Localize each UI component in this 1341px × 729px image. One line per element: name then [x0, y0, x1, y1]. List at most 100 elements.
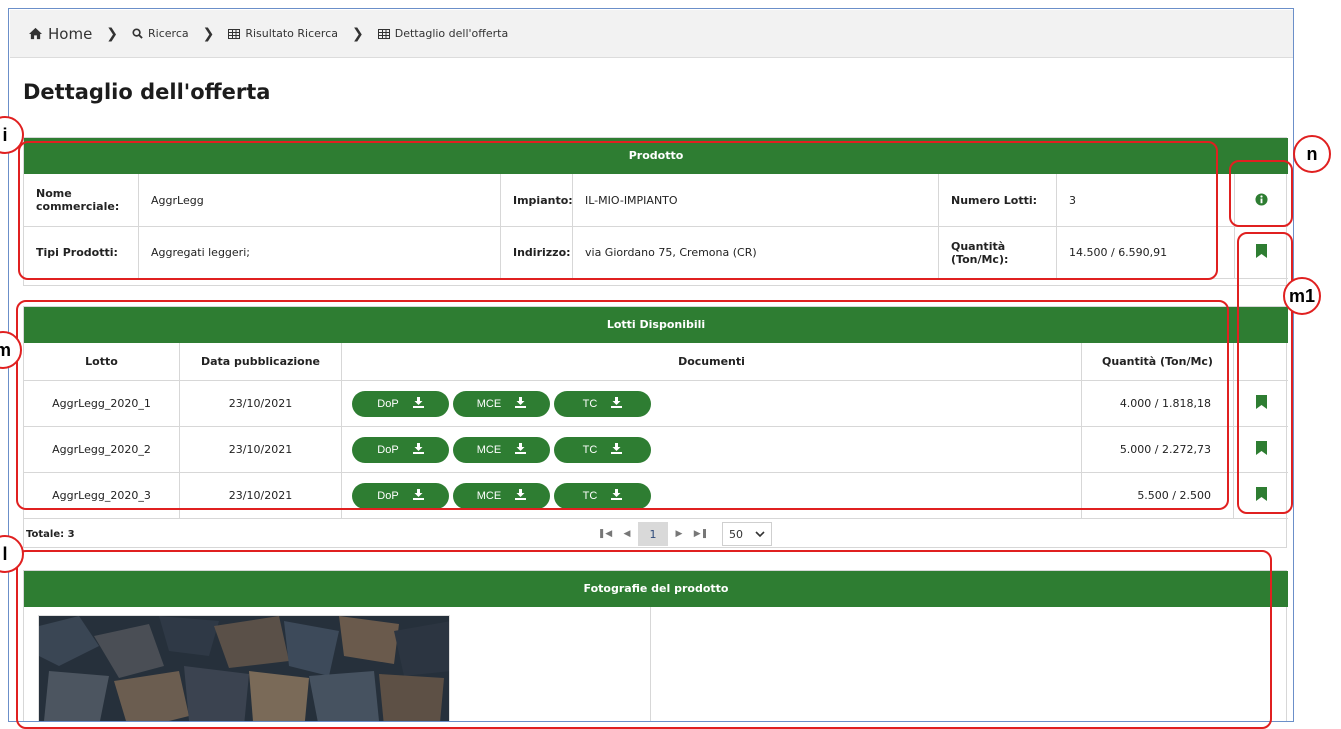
col-lotto: Lotto: [24, 343, 180, 380]
last-page-icon[interactable]: ▶❚: [690, 522, 712, 546]
pagination: ❚◀ ◀ 1 ▶ ▶❚ 50: [594, 522, 772, 546]
breadcrumb: Home ❯ Ricerca ❯ Risultato Ricerca ❯ Det…: [10, 10, 1293, 58]
dop-label: DoP: [377, 489, 399, 502]
nome-commerciale-value: AggrLegg: [139, 174, 501, 226]
bookmark-lotto-button[interactable]: [1234, 473, 1288, 518]
prodotto-header: Prodotto: [24, 138, 1288, 174]
page-number-current[interactable]: 1: [638, 522, 668, 546]
prodotto-row-2: Tipi Prodotti: Aggregati leggeri; Indiri…: [24, 227, 1234, 279]
lotto-cell: AggrLegg_2020_2: [24, 427, 180, 472]
info-button[interactable]: [1234, 174, 1288, 227]
download-icon: [611, 488, 623, 503]
table-row: AggrLegg_2020_3 23/10/2021 DoP MCE TC 5.…: [24, 473, 1288, 519]
page-size-select[interactable]: 50: [722, 522, 772, 546]
quantita-cell: 5.500 / 2.500: [1082, 473, 1234, 518]
search-icon: [132, 28, 143, 39]
col-documenti: Documenti: [342, 343, 1082, 380]
bookmark-icon: [1255, 441, 1267, 458]
lotto-cell: AggrLegg_2020_3: [24, 473, 180, 518]
download-dop-button[interactable]: DoP: [352, 390, 449, 417]
chevron-right-icon: ❯: [352, 25, 364, 42]
dop-label: DoP: [377, 443, 399, 456]
dop-label: DoP: [377, 397, 399, 410]
data-cell: 23/10/2021: [180, 381, 342, 426]
documenti-cell: DoP MCE TC: [342, 381, 1082, 426]
download-icon: [412, 488, 424, 503]
quantita-cell: 5.000 / 2.272,73: [1082, 427, 1234, 472]
lotto-cell: AggrLegg_2020_1: [24, 381, 180, 426]
download-dop-button[interactable]: DoP: [352, 436, 449, 463]
product-photo[interactable]: [38, 615, 450, 721]
home-icon: [28, 27, 43, 40]
breadcrumb-ricerca[interactable]: Ricerca: [132, 27, 189, 40]
data-cell: 23/10/2021: [180, 473, 342, 518]
next-page-icon[interactable]: ▶: [668, 522, 690, 546]
table-row: AggrLegg_2020_1 23/10/2021 DoP MCE TC 4.…: [24, 381, 1288, 427]
numero-lotti-value: 3: [1069, 193, 1076, 207]
download-tc-button[interactable]: TC: [554, 482, 651, 509]
documenti-cell: DoP MCE TC: [342, 473, 1082, 518]
download-icon: [412, 396, 424, 411]
chevron-down-icon: [755, 528, 765, 541]
quantita-value: 14.500 / 6.590,91: [1069, 246, 1168, 259]
breadcrumb-home-label: Home: [48, 24, 93, 43]
annotation-label-n: n: [1293, 135, 1331, 173]
indirizzo-label: Indirizzo:: [501, 227, 573, 278]
table-icon: [228, 28, 241, 39]
tc-label: TC: [582, 443, 598, 456]
lotti-header: Lotti Disponibili: [24, 307, 1288, 343]
tc-label: TC: [582, 489, 598, 502]
mce-label: MCE: [476, 443, 502, 456]
download-mce-button[interactable]: MCE: [453, 482, 550, 509]
mce-label: MCE: [476, 489, 502, 502]
prev-page-icon[interactable]: ◀: [616, 522, 638, 546]
prodotto-row-1: Nome commerciale: AggrLegg Impianto: IL-…: [24, 174, 1234, 227]
download-icon: [515, 396, 527, 411]
tc-label: TC: [582, 397, 598, 410]
prodotto-table: Prodotto Nome commerciale: AggrLegg Impi…: [23, 137, 1288, 286]
tipi-prodotti-value: Aggregati leggeri;: [139, 227, 501, 278]
breadcrumb-risultato[interactable]: Risultato Ricerca: [228, 27, 338, 40]
app-frame: Home ❯ Ricerca ❯ Risultato Ricerca ❯ Det…: [8, 8, 1294, 722]
quantita-cell: 4.000 / 1.818,18: [1082, 381, 1234, 426]
table-row: AggrLegg_2020_2 23/10/2021 DoP MCE TC 5.…: [24, 427, 1288, 473]
page-size-value: 50: [729, 527, 743, 541]
impianto-value: IL-MIO-IMPIANTO: [573, 174, 939, 226]
download-mce-button[interactable]: MCE: [453, 390, 550, 417]
download-icon: [611, 396, 623, 411]
bookmark-lotto-button[interactable]: [1234, 427, 1288, 472]
breadcrumb-risultato-label: Risultato Ricerca: [245, 27, 338, 40]
lotti-footer: Totale: 3 ❚◀ ◀ 1 ▶ ▶❚ 50: [24, 519, 1288, 549]
bookmark-icon: [1255, 395, 1267, 412]
download-mce-button[interactable]: MCE: [453, 436, 550, 463]
fotografie-header: Fotografie del prodotto: [24, 571, 1288, 607]
download-icon: [412, 442, 424, 457]
photo-cell: [24, 607, 651, 721]
bookmark-lotto-button[interactable]: [1234, 381, 1288, 426]
first-page-icon[interactable]: ❚◀: [594, 522, 616, 546]
download-icon: [515, 442, 527, 457]
annotation-label-m1: m1: [1283, 277, 1321, 315]
breadcrumb-dettaglio: Dettaglio dell'offerta: [377, 27, 509, 40]
bookmark-product-button[interactable]: [1234, 227, 1288, 279]
col-actions: [1234, 343, 1288, 380]
quantita-label: Quantità (Ton/Mc):: [939, 227, 1057, 278]
tipi-prodotti-label: Tipi Prodotti:: [24, 227, 139, 278]
impianto-label: Impianto:: [501, 174, 573, 226]
totale-count: Totale: 3: [26, 528, 75, 540]
info-icon: [1255, 191, 1268, 210]
download-icon: [611, 442, 623, 457]
lotti-column-headers: Lotto Data pubblicazione Documenti Quant…: [24, 343, 1288, 381]
breadcrumb-home[interactable]: Home: [28, 25, 92, 43]
download-tc-button[interactable]: TC: [554, 436, 651, 463]
download-tc-button[interactable]: TC: [554, 390, 651, 417]
nome-commerciale-label: Nome commerciale:: [24, 174, 139, 226]
col-quantita: Quantità (Ton/Mc): [1082, 343, 1234, 380]
mce-label: MCE: [476, 397, 502, 410]
breadcrumb-dettaglio-label: Dettaglio dell'offerta: [394, 27, 509, 40]
breadcrumb-ricerca-label: Ricerca: [148, 27, 189, 40]
data-cell: 23/10/2021: [180, 427, 342, 472]
chevron-right-icon: ❯: [106, 25, 119, 42]
download-dop-button[interactable]: DoP: [352, 482, 449, 509]
chevron-right-icon: ❯: [202, 25, 215, 42]
